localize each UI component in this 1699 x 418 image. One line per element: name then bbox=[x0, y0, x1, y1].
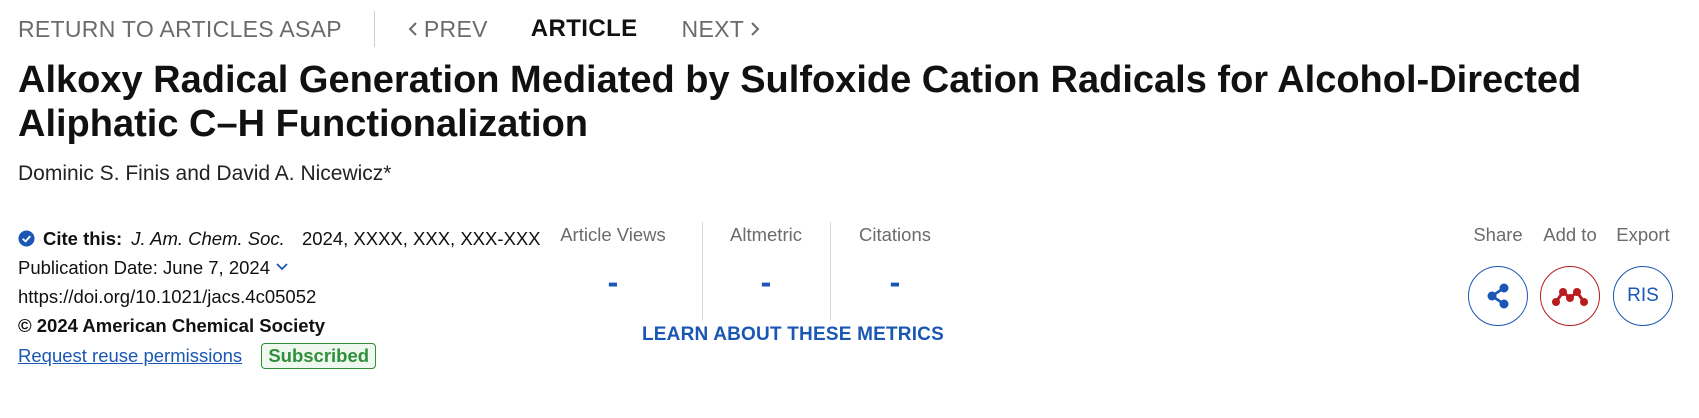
metric-value: - bbox=[607, 264, 619, 300]
current-article-tab: ARTICLE bbox=[530, 15, 638, 42]
export-ris-button[interactable]: RIS bbox=[1613, 266, 1673, 326]
request-reuse-permissions-link[interactable]: Request reuse permissions bbox=[18, 345, 242, 366]
add-to-action: Add to bbox=[1535, 224, 1605, 326]
add-to-label: Add to bbox=[1543, 224, 1597, 245]
metric-citations: Citations - bbox=[830, 224, 960, 301]
citation-details: 2024, XXXX, XXX, XXX-XXX bbox=[301, 228, 541, 249]
citation-block: Cite this: J. Am. Chem. Soc. 2024, XXXX,… bbox=[18, 224, 548, 370]
chevron-left-icon bbox=[408, 22, 417, 36]
chevron-down-icon bbox=[276, 263, 288, 271]
publication-date: Publication Date: June 7, 2024 bbox=[18, 257, 270, 278]
mendeley-icon bbox=[1552, 288, 1588, 306]
subscribed-badge: Subscribed bbox=[261, 343, 377, 369]
prev-article-link[interactable]: PREV bbox=[406, 16, 488, 43]
chevron-right-icon bbox=[751, 22, 760, 36]
metric-label: Article Views bbox=[560, 224, 666, 245]
article-actions: Share Add to Export RIS bbox=[1460, 224, 1690, 334]
reuse-row: Request reuse permissions Subscribed bbox=[18, 341, 548, 370]
copyright: © 2024 American Chemical Society bbox=[18, 311, 548, 340]
publication-date-row[interactable]: Publication Date: June 7, 2024 bbox=[18, 253, 548, 282]
copyright-text: © 2024 American Chemical Society bbox=[18, 315, 326, 336]
next-label: NEXT bbox=[681, 15, 745, 42]
check-circle-icon bbox=[18, 230, 35, 247]
nav-divider bbox=[373, 11, 375, 47]
ris-label: RIS bbox=[1627, 285, 1659, 306]
add-to-mendeley-button[interactable] bbox=[1540, 266, 1600, 326]
learn-about-metrics-link[interactable]: LEARN ABOUT THESE METRICS bbox=[642, 324, 944, 346]
share-action: Share bbox=[1463, 224, 1533, 326]
share-button[interactable] bbox=[1468, 266, 1528, 326]
article-authors[interactable]: Dominic S. Finis and David A. Nicewicz* bbox=[18, 162, 391, 186]
doi-link[interactable]: https://doi.org/10.1021/jacs.4c05052 bbox=[18, 282, 548, 311]
export-label: Export bbox=[1616, 224, 1670, 245]
metric-label: Altmetric bbox=[730, 224, 802, 245]
metric-altmetric: Altmetric - bbox=[701, 224, 831, 301]
return-to-articles-link[interactable]: RETURN TO ARTICLES ASAP bbox=[18, 16, 342, 43]
cite-this-row: Cite this: J. Am. Chem. Soc. 2024, XXXX,… bbox=[18, 224, 548, 253]
journal-name: J. Am. Chem. Soc. bbox=[131, 228, 285, 249]
metric-label: Citations bbox=[859, 224, 931, 245]
metric-article-views: Article Views - bbox=[548, 224, 678, 301]
article-nav: RETURN TO ARTICLES ASAP PREV ARTICLE NEX… bbox=[18, 11, 763, 47]
export-action: Export RIS bbox=[1608, 224, 1678, 326]
prev-label: PREV bbox=[423, 15, 488, 42]
next-article-link[interactable]: NEXT bbox=[682, 16, 763, 43]
metric-value: - bbox=[760, 264, 772, 300]
article-title: Alkoxy Radical Generation Mediated by Su… bbox=[18, 59, 1582, 145]
share-label: Share bbox=[1473, 224, 1523, 245]
share-icon bbox=[1487, 283, 1509, 309]
cite-this-label[interactable]: Cite this: bbox=[43, 228, 122, 249]
metric-value: - bbox=[889, 264, 901, 300]
